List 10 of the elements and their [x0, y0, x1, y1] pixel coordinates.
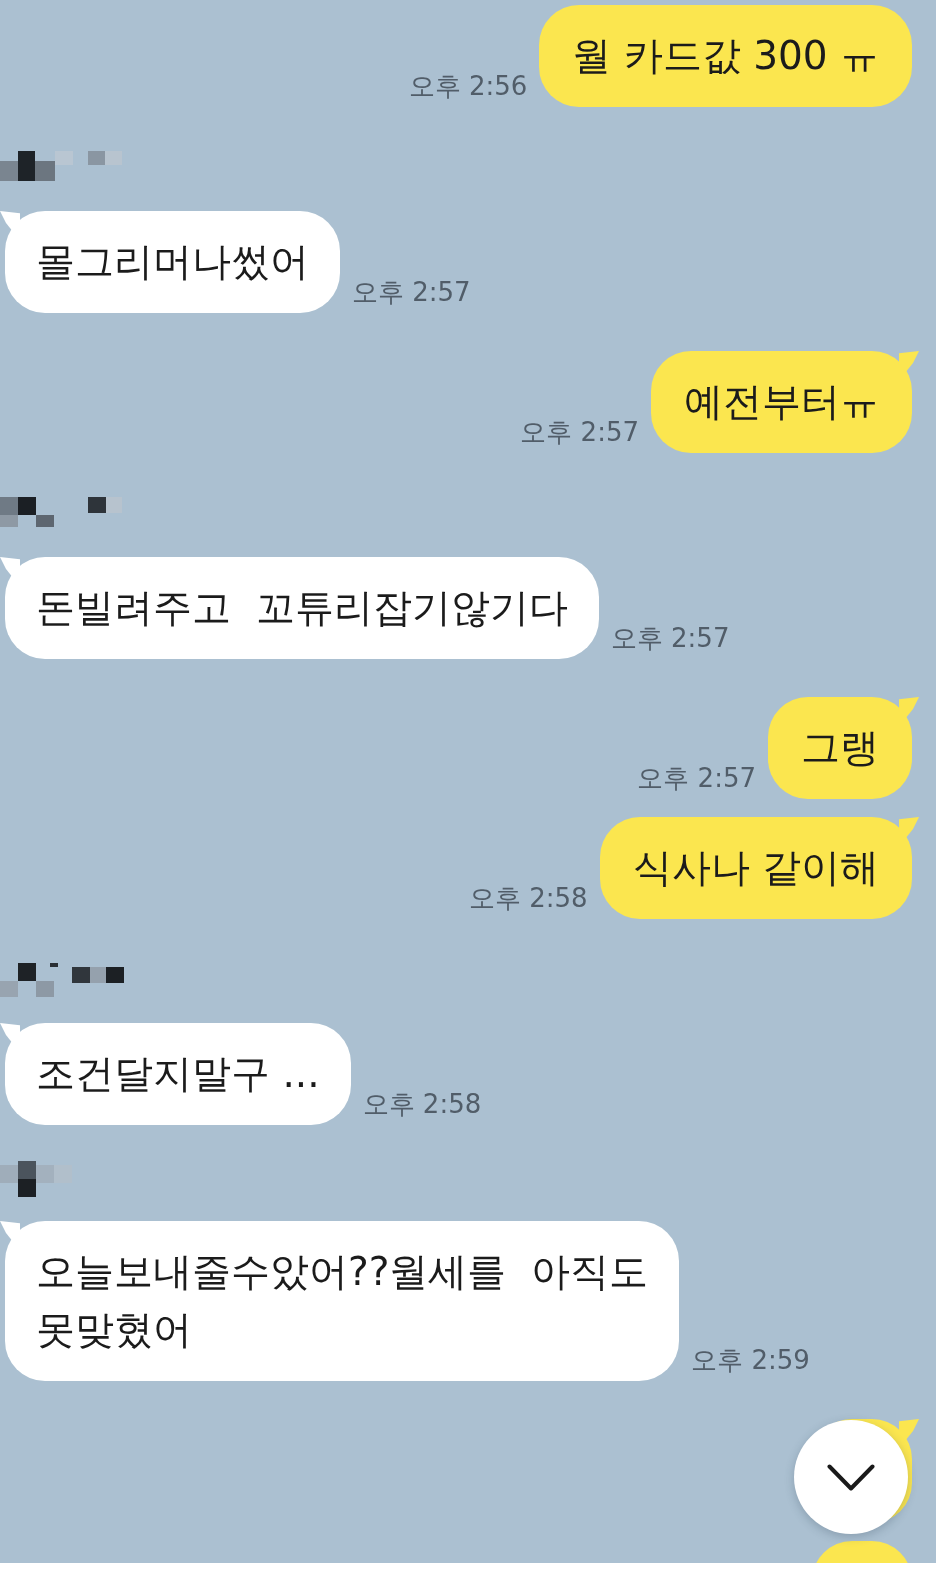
scroll-down-button[interactable] — [794, 1420, 908, 1534]
message-time: 오후 2:58 — [468, 882, 588, 915]
message-time: 오후 2:56 — [408, 70, 528, 103]
message-time: 오후 2:59 — [691, 1344, 810, 1377]
message-time: 오후 2:57 — [610, 622, 730, 655]
message-time: 오후 2:58 — [362, 1088, 482, 1121]
message-time: 오후 2:57 — [352, 276, 471, 309]
chevron-down-icon — [827, 1463, 875, 1491]
message-time: 오후 2:57 — [637, 762, 756, 795]
message-time: 오후 2:57 — [520, 416, 639, 449]
